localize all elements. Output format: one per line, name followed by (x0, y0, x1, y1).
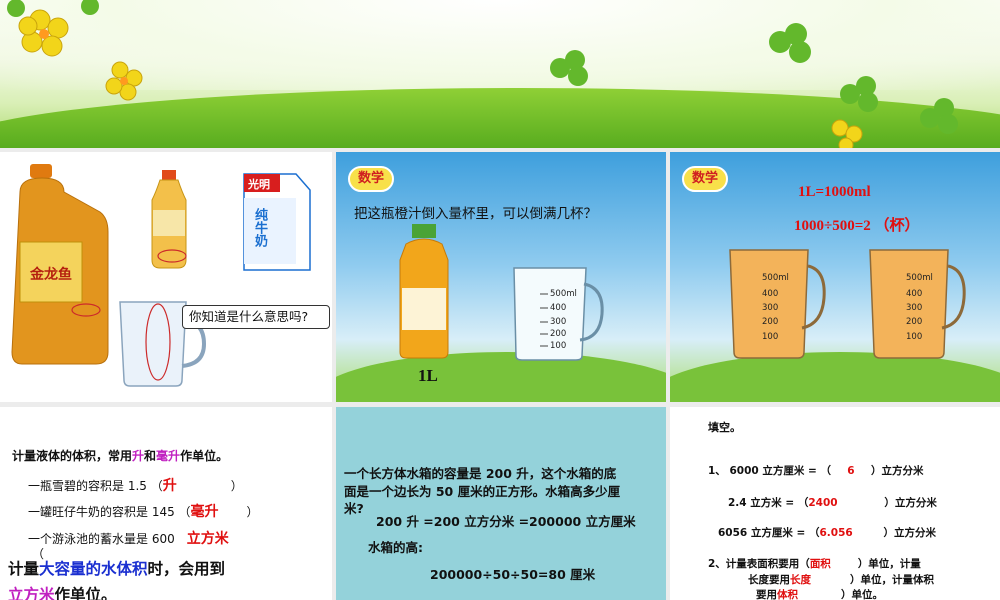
cup-scale-400: 400 (550, 303, 567, 313)
large-volume-note-2: 立方米作单位。 (8, 586, 117, 600)
panel-units-text: 计量液体的体积，常用升和毫升作单位。 一瓶雪碧的容积是 1.5 （升） 一罐旺仔… (0, 407, 332, 600)
clover-decoration (7, 0, 958, 148)
filled-cups (729, 249, 966, 359)
header-banner (0, 0, 1000, 148)
cup1-scale-200: 200 (762, 317, 779, 327)
conversion-equation: 200 升 =200 立方分米 =200000 立方厘米 (376, 514, 636, 529)
height-label: 水箱的高: (368, 540, 423, 555)
problem-line-3: 米? (344, 501, 364, 516)
cup2-scale-400: 400 (906, 289, 923, 299)
panel-fill-blanks: 填空。 1、 6000 立方厘米 = （6 ）立方分米 2.4 立方米 = （24… (670, 407, 1000, 600)
cup2-scale-200: 200 (906, 317, 923, 327)
cup1-scale-500: 500ml (762, 273, 789, 283)
question-5: 长度要用长度 ）单位，计量体积 (748, 574, 934, 586)
height-equation: 200000÷50÷50=80 厘米 (430, 567, 596, 582)
panel-juice: 数学 把这瓶橙汁倒入量杯里，可以倒满几杯？ 500ml 400 300 200 … (336, 152, 666, 402)
question-6: 要用体积 ）单位。 (756, 589, 883, 600)
milk-line: 一罐旺仔牛奶的容积是 145 （毫升） (28, 504, 259, 520)
cup2-scale-100: 100 (906, 332, 923, 342)
problem-line-1: 一个长方体水箱的容量是 200 升，这个水箱的底 (344, 466, 617, 481)
cup2-scale-500: 500ml (906, 273, 933, 283)
units-intro: 计量液体的体积，常用升和毫升作单位。 (12, 449, 229, 463)
question-3: 6056 立方厘米 = （6.056 ）立方分米 (718, 527, 936, 539)
cup2-scale-300: 300 (906, 303, 923, 313)
cup1-scale-400: 400 (762, 289, 779, 299)
pool-line: 一个游泳池的蓄水量是 600 立方米 (28, 531, 229, 547)
cup1-scale-100: 100 (762, 332, 779, 342)
cup1-scale-300: 300 (762, 303, 779, 313)
cup-scale-300: 300 (550, 317, 567, 327)
milk-text: 纯牛奶 (252, 208, 267, 247)
slide-sheet: 金龙鱼 光明 纯牛奶 你知道是什么意思吗? 数学 把这瓶橙汁倒入量杯里，可以倒满… (0, 0, 1000, 600)
sprite-line: 一瓶雪碧的容积是 1.5 （升） (28, 478, 243, 494)
oil-label: 金龙鱼 (30, 267, 72, 283)
juice-and-cup (399, 224, 604, 361)
problem-line-2: 面是一个边长为 50 厘米的正方形。水箱高多少厘 (344, 484, 621, 499)
panel-answer: 数学 1L=1000ml 1000÷500=2 （杯） 500ml 400 30… (670, 152, 1000, 402)
fill-title: 填空。 (708, 421, 741, 434)
milk-brand: 光明 (248, 178, 270, 191)
bottle-volume-label: 1L (418, 366, 438, 385)
panel-containers: 金龙鱼 光明 纯牛奶 你知道是什么意思吗? (0, 152, 332, 402)
cup-scale-100: 100 (550, 341, 567, 351)
cup-scale-500: 500ml (550, 289, 577, 299)
question-4: 2、计量表面积要用（面积 ）单位，计量 (708, 558, 921, 570)
panel-water-tank: 一个长方体水箱的容量是 200 升，这个水箱的底 面是一个边长为 50 厘米的正… (336, 407, 666, 600)
cup-scale-200: 200 (550, 329, 567, 339)
large-volume-note: 计量大容量的水体积时，会用到 (8, 560, 226, 578)
question-2: 2.4 立方米 = （2400 ）立方分米 (728, 497, 937, 509)
question-bubble: 你知道是什么意思吗? (182, 305, 330, 329)
question-1: 1、 6000 立方厘米 = （6 ）立方分米 (708, 465, 924, 477)
